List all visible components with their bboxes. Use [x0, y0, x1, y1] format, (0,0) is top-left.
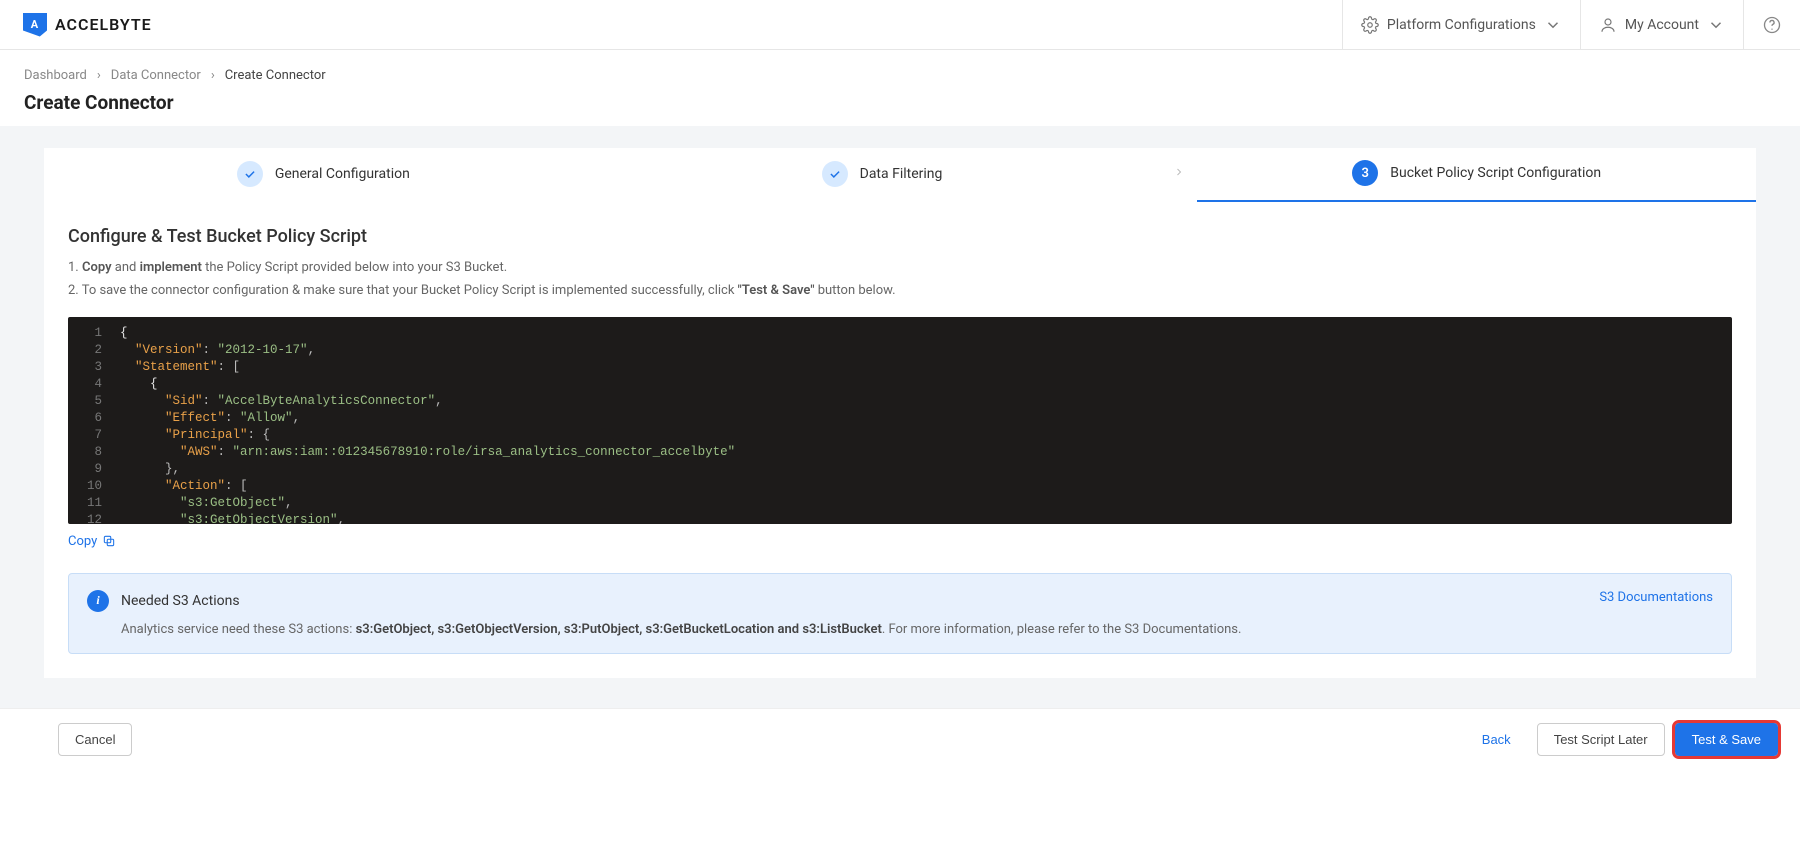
brand-logo[interactable]: A ACCELBYTE [0, 13, 152, 37]
page-head: Dashboard › Data Connector › Create Conn… [0, 50, 1800, 126]
instructions: 1. Copy and implement the Policy Script … [68, 257, 1732, 303]
info-body: Analytics service need these S3 actions:… [87, 622, 1713, 637]
copy-button[interactable]: Copy [68, 534, 116, 549]
test-script-later-button[interactable]: Test Script Later [1537, 723, 1665, 756]
section-body: Configure & Test Bucket Policy Script 1.… [44, 202, 1756, 678]
breadcrumb-current: Create Connector [225, 68, 326, 83]
wizard-card: General Configuration Data Filtering 3 B… [44, 148, 1756, 678]
step-label: Data Filtering [860, 166, 943, 182]
instruction-line-1: 1. Copy and implement the Policy Script … [68, 257, 1732, 280]
help-icon [1762, 15, 1782, 35]
step-bucket-policy[interactable]: 3 Bucket Policy Script Configuration [1197, 160, 1756, 202]
step-data-filtering[interactable]: Data Filtering [603, 161, 1162, 201]
gear-icon [1361, 16, 1379, 34]
help-button[interactable] [1743, 0, 1800, 49]
top-header: A ACCELBYTE Platform Configurations My A… [0, 0, 1800, 50]
chevron-down-icon [1544, 16, 1562, 34]
cancel-button[interactable]: Cancel [58, 723, 132, 756]
logo-mark-icon: A [23, 13, 47, 37]
copy-icon [102, 534, 116, 548]
wizard-steps: General Configuration Data Filtering 3 B… [44, 148, 1756, 202]
step-label: Bucket Policy Script Configuration [1390, 165, 1601, 181]
my-account-menu[interactable]: My Account [1580, 0, 1743, 49]
copy-label: Copy [68, 534, 97, 549]
breadcrumb-data-connector[interactable]: Data Connector [111, 68, 201, 83]
info-title: Needed S3 Actions [121, 593, 240, 609]
test-and-save-button[interactable]: Test & Save [1675, 723, 1778, 756]
user-icon [1599, 16, 1617, 34]
my-account-label: My Account [1625, 17, 1699, 33]
breadcrumb: Dashboard › Data Connector › Create Conn… [24, 68, 1776, 83]
check-icon [822, 161, 848, 187]
main-area: General Configuration Data Filtering 3 B… [0, 126, 1800, 708]
check-icon [237, 161, 263, 187]
breadcrumb-sep: › [211, 68, 215, 83]
info-icon: i [87, 590, 109, 612]
s3-documentations-link[interactable]: S3 Documentations [1599, 590, 1713, 605]
brand-name: ACCELBYTE [55, 15, 152, 34]
back-button[interactable]: Back [1466, 724, 1527, 755]
page-title: Create Connector [24, 91, 1776, 114]
step-label: General Configuration [275, 166, 410, 182]
info-box: S3 Documentations i Needed S3 Actions An… [68, 573, 1732, 654]
chevron-right-icon [1161, 166, 1197, 196]
breadcrumb-sep: › [97, 68, 101, 83]
instruction-line-2: 2. To save the connector configuration &… [68, 280, 1732, 303]
code-editor[interactable]: 1{2 "Version": "2012-10-17",3 "Statement… [68, 317, 1732, 524]
section-title: Configure & Test Bucket Policy Script [68, 226, 1732, 247]
step-general-configuration[interactable]: General Configuration [44, 161, 603, 201]
platform-configurations-label: Platform Configurations [1387, 17, 1536, 33]
platform-configurations-menu[interactable]: Platform Configurations [1342, 0, 1580, 49]
step-number: 3 [1352, 160, 1378, 186]
chevron-down-icon [1707, 16, 1725, 34]
footer-bar: Cancel Back Test Script Later Test & Sav… [0, 708, 1800, 770]
breadcrumb-dashboard[interactable]: Dashboard [24, 68, 87, 83]
code-editor-wrap: 1{2 "Version": "2012-10-17",3 "Statement… [68, 317, 1732, 524]
